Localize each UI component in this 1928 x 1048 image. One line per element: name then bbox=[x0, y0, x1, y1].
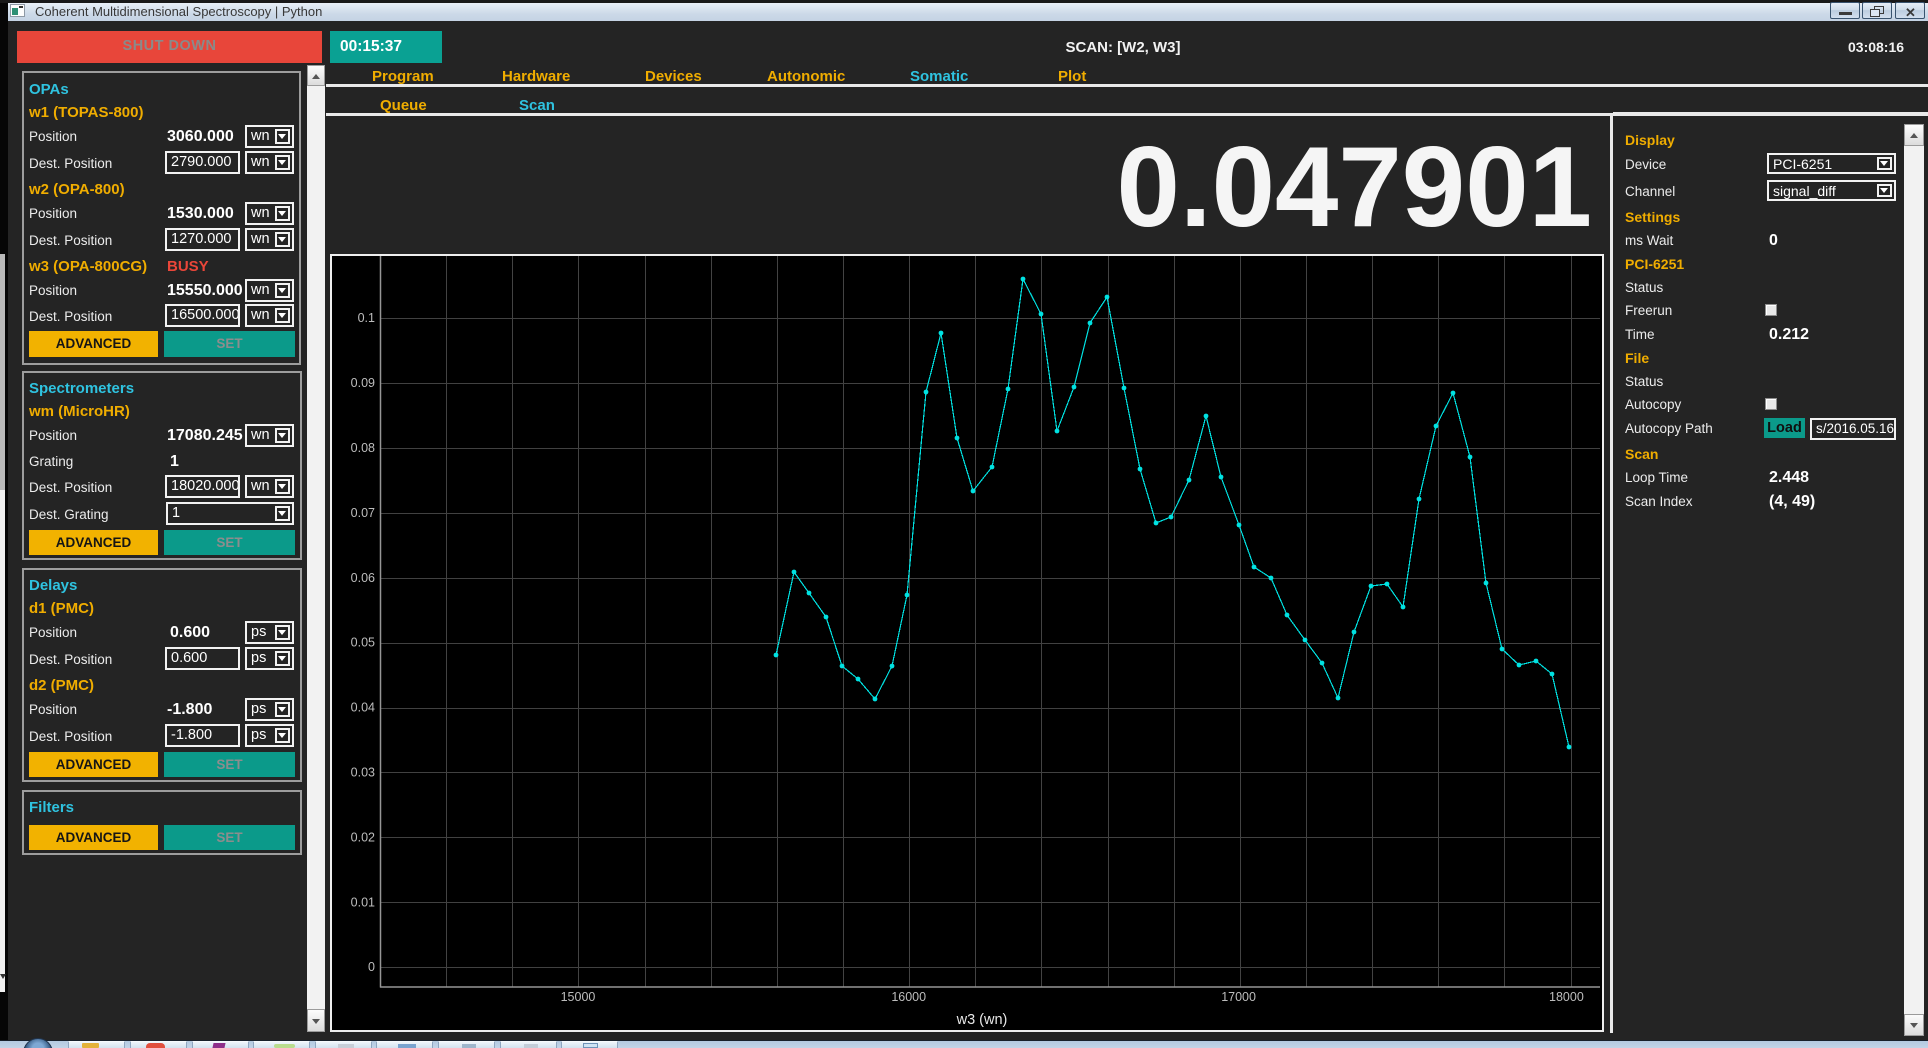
svg-text:0: 0 bbox=[368, 960, 375, 974]
svg-text:0.03: 0.03 bbox=[351, 766, 375, 780]
svg-text:0.04: 0.04 bbox=[351, 701, 375, 715]
svg-text:w3 (wn): w3 (wn) bbox=[956, 1012, 1008, 1028]
svg-text:18000: 18000 bbox=[1549, 990, 1584, 1004]
svg-text:15000: 15000 bbox=[561, 990, 596, 1004]
svg-text:0.08: 0.08 bbox=[351, 441, 375, 455]
svg-text:0.02: 0.02 bbox=[351, 830, 375, 844]
svg-text:0.1: 0.1 bbox=[358, 311, 375, 325]
svg-text:17000: 17000 bbox=[1221, 990, 1256, 1004]
svg-text:0.09: 0.09 bbox=[351, 376, 375, 390]
svg-text:16000: 16000 bbox=[891, 990, 926, 1004]
svg-text:0.07: 0.07 bbox=[351, 506, 375, 520]
svg-text:0.06: 0.06 bbox=[351, 571, 375, 585]
svg-text:0.05: 0.05 bbox=[351, 636, 375, 650]
svg-text:0.01: 0.01 bbox=[351, 895, 375, 909]
